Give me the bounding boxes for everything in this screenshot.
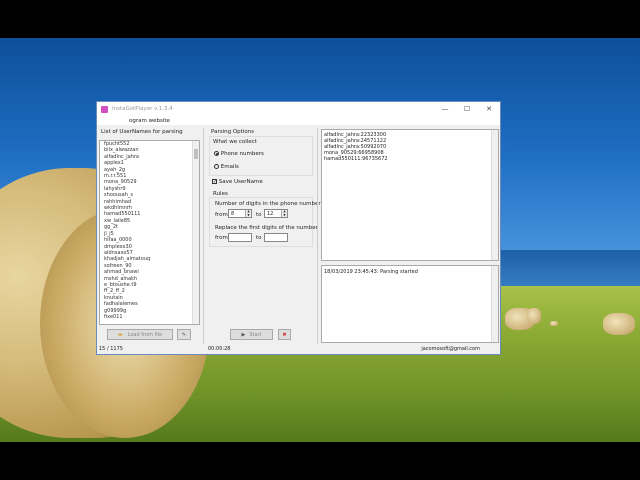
digits-label: Number of digits in the phone number bbox=[215, 201, 321, 207]
log-scrollbar[interactable] bbox=[491, 266, 498, 342]
minimize-button[interactable]: — bbox=[434, 102, 456, 116]
stepper-arrows-icon[interactable]: ▲ ▼ bbox=[245, 209, 251, 217]
timer: 00:00:28 bbox=[208, 346, 231, 352]
parse-count: 15 / 1175 bbox=[99, 346, 123, 352]
maximize-button[interactable]: ☐ bbox=[456, 102, 478, 116]
results-box[interactable]: alfadlnc_jahra:22323300 alfadlnc_jahra:24… bbox=[321, 129, 499, 261]
radio-icon bbox=[214, 164, 219, 169]
save-username-checkbox[interactable]: ✓ Save UserName bbox=[212, 179, 263, 185]
folder-icon: ▬ bbox=[117, 331, 123, 338]
divider bbox=[317, 128, 318, 344]
replace-to-input[interactable] bbox=[264, 233, 288, 242]
stop-button[interactable]: ✖ bbox=[278, 329, 291, 340]
title-bar[interactable]: InstaGotPlayer v.1.3.4 — ☐ ✕ bbox=[97, 102, 500, 116]
results-scrollbar[interactable] bbox=[491, 130, 498, 260]
eraser-button[interactable]: ✎ bbox=[177, 329, 191, 340]
log-line: 18/03/2019 23:45:43: Parsing started bbox=[324, 269, 418, 275]
check-icon: ✓ bbox=[212, 179, 218, 185]
log-box[interactable]: 18/03/2019 23:45:43: Parsing started bbox=[321, 265, 499, 343]
app-icon bbox=[101, 105, 108, 113]
menu-item-website[interactable]: ogram website bbox=[129, 118, 170, 124]
window-title: InstaGotPlayer v.1.3.4 bbox=[112, 106, 173, 112]
contact-email[interactable]: jacomosoft@gmail.com bbox=[421, 346, 480, 352]
app-window: InstaGotPlayer v.1.3.4 — ☐ ✕ ogram websi… bbox=[96, 101, 501, 355]
result-line: hamad550111:96735672 bbox=[324, 156, 388, 162]
divider bbox=[203, 128, 204, 344]
radio-phone[interactable]: Phone numbers bbox=[214, 151, 264, 157]
hay-bale-small bbox=[603, 313, 635, 335]
radio-icon bbox=[214, 151, 219, 156]
to-stepper[interactable]: 12 ▲ ▼ bbox=[264, 209, 288, 218]
replace-from-label: from bbox=[215, 235, 228, 241]
collect-label: What we collect bbox=[213, 139, 257, 145]
hay-bale-small bbox=[550, 321, 558, 326]
to-label: to bbox=[256, 212, 262, 218]
options-header: Parsing Options bbox=[211, 129, 255, 135]
stop-icon: ✖ bbox=[282, 331, 287, 338]
replace-from-input[interactable] bbox=[228, 233, 252, 242]
replace-to-label: to bbox=[256, 235, 262, 241]
menu-bar: ogram website bbox=[97, 116, 500, 125]
load-from-file-button[interactable]: ▬ Load from file bbox=[107, 329, 173, 340]
username-list[interactable]: fpucht552 bilx_alwazzan alfadlnc_jahra appl… bbox=[99, 140, 200, 325]
eraser-icon: ✎ bbox=[181, 331, 187, 338]
radio-emails[interactable]: Emails bbox=[214, 164, 239, 170]
stepper-arrows-icon[interactable]: ▲ ▼ bbox=[281, 209, 287, 217]
from-stepper[interactable]: 8 ▲ ▼ bbox=[228, 209, 252, 218]
list-scrollbar[interactable] bbox=[192, 141, 199, 324]
list-item[interactable]: fixe011 bbox=[100, 314, 199, 320]
close-button[interactable]: ✕ bbox=[478, 102, 500, 116]
play-icon: ▶ bbox=[241, 331, 246, 338]
status-bar: 15 / 1175 00:00:28 jacomosoft@gmail.com bbox=[97, 344, 500, 354]
start-button[interactable]: ▶ Start bbox=[230, 329, 273, 340]
hay-bale-small bbox=[527, 308, 541, 324]
userlist-header: List of UserNames for parsing bbox=[101, 129, 183, 135]
replace-label: Replace the first digits of the number bbox=[215, 225, 318, 231]
from-label: from bbox=[215, 212, 228, 218]
